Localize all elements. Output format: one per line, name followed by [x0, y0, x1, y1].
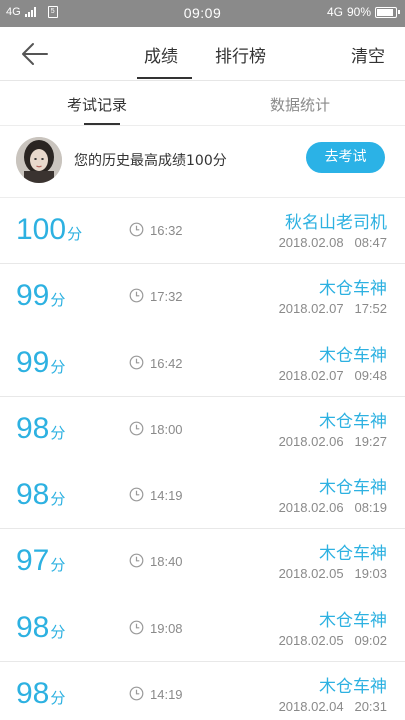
score-unit: 分 [50, 557, 66, 575]
record-name: 木仓车神 [319, 677, 387, 698]
record-duration: 18:40 [150, 554, 183, 570]
avatar[interactable] [16, 137, 62, 183]
right-network-label: 4G [326, 5, 343, 19]
record-score: 98分 [16, 677, 65, 711]
record-date: 2018.02.04 20:31 [278, 699, 387, 715]
score-value: 98 [16, 610, 50, 644]
score-value: 99 [16, 345, 50, 379]
avatar-image [16, 137, 62, 183]
record-duration: 14:19 [150, 488, 183, 504]
record-duration: 16:32 [150, 223, 183, 238]
record-name: 木仓车神 [319, 411, 387, 432]
record-score: 97分 [16, 544, 65, 578]
record-name: 木仓车神 [319, 279, 387, 300]
tab-scores[interactable]: 成绩 [144, 42, 178, 67]
record-score: 98分 [16, 478, 65, 512]
score-unit: 分 [50, 623, 66, 641]
clock-icon [129, 288, 144, 303]
header: 成绩 排行榜 清空 [0, 27, 405, 81]
record-date: 2018.02.06 19:27 [278, 433, 387, 449]
record-score: 100分 [16, 213, 82, 247]
record-row[interactable]: 97分 18:40 木仓车神 2018.02.05 19:03 [0, 529, 405, 595]
status-right: 4G 90% [326, 5, 400, 19]
back-arrow-icon [22, 43, 48, 65]
clock-icon [129, 686, 144, 701]
best-score-banner: 您的历史最高成绩100分 去考试 [0, 126, 405, 198]
record-row[interactable]: 98分 18:00 木仓车神 2018.02.06 19:27 [0, 397, 405, 463]
clock-icon [129, 487, 144, 502]
record-duration: 16:42 [150, 355, 183, 371]
clock-icon [129, 421, 144, 436]
clear-button[interactable]: 清空 [351, 42, 385, 67]
tab-leaderboard[interactable]: 排行榜 [215, 42, 266, 67]
best-score-text: 您的历史最高成绩100分 [74, 153, 227, 169]
record-score: 99分 [16, 279, 65, 313]
active-subtab-indicator [84, 123, 120, 125]
subtab-exam-records[interactable]: 考试记录 [67, 94, 127, 115]
record-score: 98分 [16, 412, 65, 446]
record-row[interactable]: 98分 14:19 木仓车神 2018.02.04 20:31 [0, 662, 405, 720]
record-name: 木仓车神 [319, 610, 387, 631]
record-duration: 19:08 [150, 620, 183, 636]
score-unit: 分 [50, 424, 66, 442]
back-button[interactable] [20, 41, 50, 67]
battery-icon [375, 6, 400, 18]
record-row[interactable]: 99分 16:42 木仓车神 2018.02.07 09:48 [0, 331, 405, 397]
status-bar: 4G 5 09:09 4G 90% [0, 0, 405, 27]
record-score: 98分 [16, 611, 65, 645]
record-name: 秋名山老司机 [285, 213, 387, 233]
score-unit: 分 [67, 226, 83, 243]
score-value: 98 [16, 677, 50, 711]
record-date: 2018.02.05 09:02 [278, 632, 387, 648]
subtabs: 考试记录 数据统计 [0, 81, 405, 126]
record-date: 2018.02.07 09:48 [278, 367, 387, 383]
score-unit: 分 [50, 358, 66, 376]
record-date: 2018.02.06 08:19 [278, 500, 387, 516]
record-name: 木仓车神 [319, 478, 387, 499]
score-unit: 分 [50, 292, 66, 310]
score-value: 97 [16, 544, 50, 578]
record-date: 2018.02.07 17:52 [278, 301, 387, 317]
record-duration: 14:19 [150, 687, 183, 703]
score-value: 98 [16, 411, 50, 445]
record-date: 2018.02.05 19:03 [278, 566, 387, 582]
subtab-statistics[interactable]: 数据统计 [270, 94, 330, 115]
clock-icon [129, 553, 144, 568]
score-unit: 分 [50, 690, 66, 708]
record-name: 木仓车神 [319, 544, 387, 565]
record-duration: 17:32 [150, 289, 183, 305]
active-tab-indicator [137, 77, 192, 79]
take-exam-button[interactable]: 去考试 [306, 142, 385, 173]
record-score: 99分 [16, 346, 65, 380]
record-duration: 18:00 [150, 421, 183, 437]
battery-percent: 90% [346, 5, 371, 19]
score-value: 99 [16, 279, 50, 313]
record-row[interactable]: 98分 19:08 木仓车神 2018.02.05 09:02 [0, 596, 405, 663]
record-row[interactable]: 99分 17:32 木仓车神 2018.02.07 17:52 [0, 264, 405, 330]
record-name: 木仓车神 [319, 345, 387, 366]
clock-icon [129, 620, 144, 635]
record-row[interactable]: 100分 16:32 秋名山老司机 2018.02.08 08:47 [0, 198, 405, 265]
clock-icon [129, 222, 144, 237]
score-value: 98 [16, 478, 50, 512]
record-row[interactable]: 98分 14:19 木仓车神 2018.02.06 08:19 [0, 463, 405, 530]
score-value: 100 [16, 213, 67, 246]
clock-icon [129, 355, 144, 370]
record-date: 2018.02.08 08:47 [278, 235, 387, 250]
score-unit: 分 [50, 491, 66, 509]
record-list: 100分 16:32 秋名山老司机 2018.02.08 08:47 99分 17:32 木… [0, 198, 405, 720]
